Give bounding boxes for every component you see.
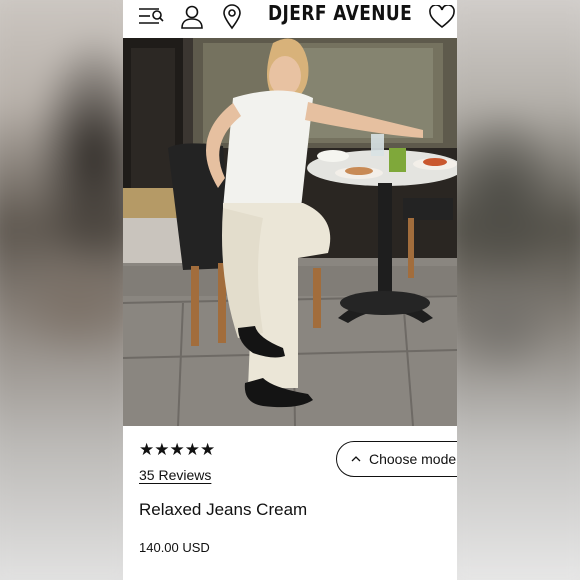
rating-stars: ★★★★★ [139,440,216,459]
product-title: Relaxed Jeans Cream [139,500,308,519]
product-price: 140.00 USD [139,540,210,555]
site-header: DJERF AVENUE [123,0,457,38]
chevron-up-icon [351,454,361,465]
product-hero-image[interactable] [123,38,457,426]
blurred-background-right [457,0,580,580]
menu-search-icon[interactable] [137,3,165,31]
choose-mode-button[interactable]: Choose mode [336,441,457,477]
product-page: DJERF AVENUE ★★★★★ 35 Reviews Choose mod… [123,0,457,580]
choose-mode-label: Choose mode [369,451,457,467]
account-icon[interactable] [178,3,206,31]
reviews-link[interactable]: 35 Reviews [139,467,211,483]
wishlist-heart-icon[interactable] [428,3,456,31]
location-pin-icon[interactable] [218,3,246,31]
brand-logo[interactable]: DJERF AVENUE [268,1,412,25]
blurred-background-left [0,0,123,580]
